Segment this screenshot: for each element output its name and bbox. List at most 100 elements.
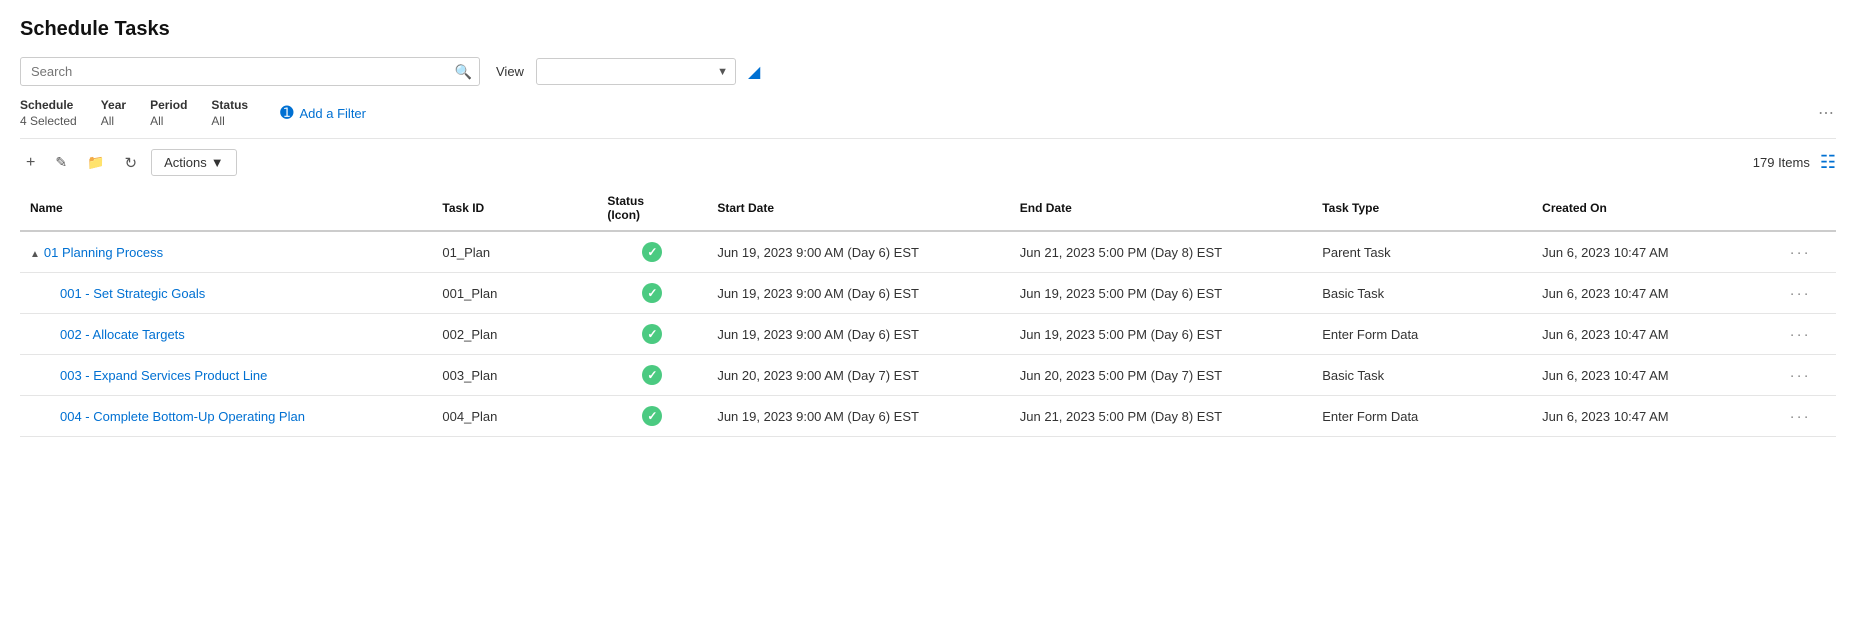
col-header-name: Name — [20, 186, 432, 231]
edit-button[interactable]: ✎ — [49, 150, 73, 175]
task-id-cell: 002_Plan — [432, 314, 597, 355]
folder-button[interactable]: 📁 — [81, 150, 110, 175]
start-date-cell: Jun 20, 2023 9:00 AM (Day 7) EST — [707, 355, 1009, 396]
filter-period: Period All — [150, 98, 187, 128]
task-name-link[interactable]: 001 - Set Strategic Goals — [60, 286, 205, 301]
task-type-cell: Enter Form Data — [1312, 396, 1532, 437]
task-type-cell: Basic Task — [1312, 355, 1532, 396]
created-on-cell: Jun 6, 2023 10:47 AM — [1532, 355, 1779, 396]
search-wrapper: 🔍 — [20, 57, 480, 86]
header-row: Name Task ID Status(Icon) Start Date End… — [20, 186, 1836, 231]
status-cell: ✓ — [597, 273, 707, 314]
filter-period-value: All — [150, 114, 187, 128]
row-more-icon[interactable]: ··· — [1790, 244, 1811, 261]
table-row: ▲01 Planning Process01_Plan✓Jun 19, 2023… — [20, 231, 1836, 273]
table-header: Name Task ID Status(Icon) Start Date End… — [20, 186, 1836, 231]
page-title: Schedule Tasks — [20, 18, 1836, 41]
filter-schedule-label: Schedule — [20, 98, 77, 112]
row-actions-cell: ··· — [1780, 355, 1836, 396]
table-body: ▲ 01 Planning Process 01_Plan ✓ Jun 19, 2023… — [20, 231, 1836, 437]
tasks-table: Name Task ID Status(Icon) Start Date End… — [20, 186, 1836, 437]
col-header-enddate: End Date — [1010, 186, 1312, 231]
table-row: 001 - Set Strategic Goals 001_Plan ✓ Jun 19… — [20, 273, 1836, 314]
task-name-link[interactable]: 002 - Allocate Targets — [60, 327, 185, 342]
view-label: View — [496, 64, 524, 79]
start-date-cell: Jun 19, 2023 9:00 AM (Day 6) EST — [707, 396, 1009, 437]
end-date-cell: Jun 20, 2023 5:00 PM (Day 7) EST — [1010, 355, 1312, 396]
filter-status-value: All — [211, 114, 248, 128]
filter-icon[interactable]: ◢ — [748, 62, 760, 82]
page-container: Schedule Tasks 🔍 View ▼ ◢ Schedule 4 Sel… — [0, 0, 1856, 455]
row-more-icon[interactable]: ··· — [1790, 408, 1811, 425]
status-complete-icon: ✓ — [642, 365, 662, 385]
table-row: 002 - Allocate Targets 002_Plan ✓ Jun 19, 2… — [20, 314, 1836, 355]
start-date-cell: Jun 19, 2023 9:00 AM (Day 6) EST — [707, 273, 1009, 314]
search-icon: 🔍 — [455, 63, 472, 80]
status-complete-icon: ✓ — [642, 242, 662, 262]
table-row: 004 - Complete Bottom-Up Operating Plan 0… — [20, 396, 1836, 437]
created-on-cell: Jun 6, 2023 10:47 AM — [1532, 231, 1779, 273]
status-cell: ✓ — [597, 396, 707, 437]
task-id-cell: 01_Plan — [432, 231, 597, 273]
view-select[interactable] — [536, 58, 736, 85]
col-header-taskid: Task ID — [432, 186, 597, 231]
col-header-tasktype: Task Type — [1312, 186, 1532, 231]
filter-row: Schedule 4 Selected Year All Period All … — [20, 98, 1836, 139]
end-date-cell: Jun 19, 2023 5:00 PM (Day 6) EST — [1010, 314, 1312, 355]
filter-status-label: Status — [211, 98, 248, 112]
col-header-status: Status(Icon) — [597, 186, 707, 231]
task-name-link[interactable]: 003 - Expand Services Product Line — [60, 368, 267, 383]
search-input[interactable] — [20, 57, 480, 86]
filter-year-label: Year — [101, 98, 126, 112]
row-more-icon[interactable]: ··· — [1790, 326, 1811, 343]
task-id-cell: 004_Plan — [432, 396, 597, 437]
status-complete-icon: ✓ — [642, 324, 662, 344]
row-actions-cell: ··· — [1780, 396, 1836, 437]
row-more-icon[interactable]: ··· — [1790, 285, 1811, 302]
row-actions-cell: ··· — [1780, 273, 1836, 314]
actions-chevron-icon: ▼ — [211, 155, 224, 170]
toolbar-right: 179 Items ☷ — [1753, 152, 1836, 173]
more-options-icon[interactable]: ⋯ — [1818, 103, 1836, 123]
created-on-cell: Jun 6, 2023 10:47 AM — [1532, 314, 1779, 355]
items-count: 179 Items — [1753, 155, 1810, 170]
status-cell: ✓ — [597, 314, 707, 355]
row-more-icon[interactable]: ··· — [1790, 367, 1811, 384]
col-header-createdon: Created On — [1532, 186, 1779, 231]
task-type-cell: Enter Form Data — [1312, 314, 1532, 355]
row-actions-cell: ··· — [1780, 314, 1836, 355]
filter-year-value: All — [101, 114, 126, 128]
filter-schedule-value: 4 Selected — [20, 114, 77, 128]
filter-status: Status All — [211, 98, 248, 128]
created-on-cell: Jun 6, 2023 10:47 AM — [1532, 396, 1779, 437]
status-cell: ✓ — [597, 231, 707, 273]
add-button[interactable]: + — [20, 150, 41, 176]
task-type-cell: Parent Task — [1312, 231, 1532, 273]
toolbar: + ✎ 📁 ↻ Actions ▼ 179 Items ☷ — [20, 149, 1836, 176]
expand-collapse-icon[interactable]: ▲ — [30, 249, 40, 260]
end-date-cell: Jun 19, 2023 5:00 PM (Day 6) EST — [1010, 273, 1312, 314]
start-date-cell: Jun 19, 2023 9:00 AM (Day 6) EST — [707, 314, 1009, 355]
task-id-cell: 001_Plan — [432, 273, 597, 314]
task-id-cell: 003_Plan — [432, 355, 597, 396]
status-cell: ✓ — [597, 355, 707, 396]
end-date-cell: Jun 21, 2023 5:00 PM (Day 8) EST — [1010, 231, 1312, 273]
table-row: 003 - Expand Services Product Line 003_Pl… — [20, 355, 1836, 396]
add-filter-button[interactable]: ➊ Add a Filter — [280, 103, 366, 123]
col-header-rowactions — [1780, 186, 1836, 231]
status-complete-icon: ✓ — [642, 406, 662, 426]
plus-circle-icon: ➊ — [280, 103, 293, 123]
task-name-link[interactable]: 004 - Complete Bottom-Up Operating Plan — [60, 409, 305, 424]
top-bar: 🔍 View ▼ ◢ — [20, 57, 1836, 86]
refresh-button[interactable]: ↻ — [119, 150, 144, 176]
task-type-cell: Basic Task — [1312, 273, 1532, 314]
grid-view-icon[interactable]: ☷ — [1820, 152, 1836, 173]
actions-label: Actions — [164, 155, 207, 170]
actions-button[interactable]: Actions ▼ — [151, 149, 237, 176]
view-select-wrapper: ▼ — [536, 58, 736, 85]
task-name-link[interactable]: 01 Planning Process — [44, 245, 163, 260]
status-complete-icon: ✓ — [642, 283, 662, 303]
filter-year: Year All — [101, 98, 126, 128]
col-header-startdate: Start Date — [707, 186, 1009, 231]
end-date-cell: Jun 21, 2023 5:00 PM (Day 8) EST — [1010, 396, 1312, 437]
